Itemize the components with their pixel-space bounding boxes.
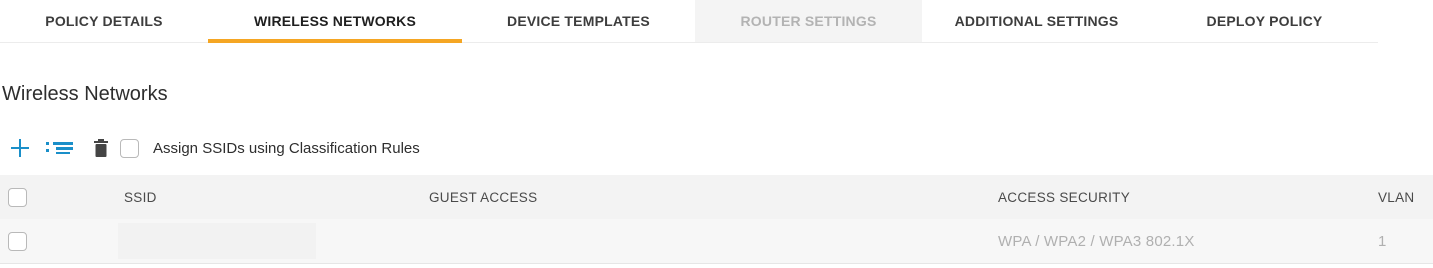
- tab-router-settings: ROUTER SETTINGS: [695, 0, 922, 42]
- tab-wireless-networks[interactable]: WIRELESS NETWORKS: [208, 0, 462, 43]
- access-security-cell: WPA / WPA2 / WPA3 802.1X: [998, 232, 1195, 250]
- list-icon[interactable]: [44, 138, 76, 158]
- table-header: SSID GUEST ACCESS ACCESS SECURITY VLAN: [0, 175, 1433, 219]
- trash-icon[interactable]: [94, 138, 108, 158]
- wireless-networks-table: SSID GUEST ACCESS ACCESS SECURITY VLAN W…: [0, 175, 1433, 264]
- assign-ssids-checkbox[interactable]: [120, 138, 139, 158]
- ssid-cell-background: [118, 223, 316, 259]
- select-all-checkbox[interactable]: [8, 187, 27, 207]
- column-header-ssid[interactable]: SSID: [124, 175, 157, 219]
- table-row[interactable]: WPA / WPA2 / WPA3 802.1X 1: [0, 219, 1433, 264]
- tab-additional-settings[interactable]: ADDITIONAL SETTINGS: [922, 0, 1151, 42]
- policy-tabs: POLICY DETAILS WIRELESS NETWORKS DEVICE …: [0, 0, 1378, 43]
- vlan-cell: 1: [1378, 232, 1387, 250]
- tab-policy-details[interactable]: POLICY DETAILS: [0, 0, 208, 42]
- tab-device-templates[interactable]: DEVICE TEMPLATES: [462, 0, 695, 42]
- plus-icon[interactable]: [10, 138, 30, 158]
- select-all-cell: [8, 175, 27, 219]
- column-header-access-security[interactable]: ACCESS SECURITY: [998, 175, 1130, 219]
- page-title: Wireless Networks: [2, 83, 168, 105]
- column-header-vlan[interactable]: VLAN: [1378, 175, 1414, 219]
- row-checkbox[interactable]: [8, 231, 27, 251]
- table-toolbar: Assign SSIDs using Classification Rules: [10, 134, 420, 162]
- column-header-guest-access[interactable]: GUEST ACCESS: [429, 175, 537, 219]
- assign-ssids-label: Assign SSIDs using Classification Rules: [153, 139, 420, 157]
- row-select-cell: [8, 219, 27, 263]
- tab-deploy-policy[interactable]: DEPLOY POLICY: [1151, 0, 1378, 42]
